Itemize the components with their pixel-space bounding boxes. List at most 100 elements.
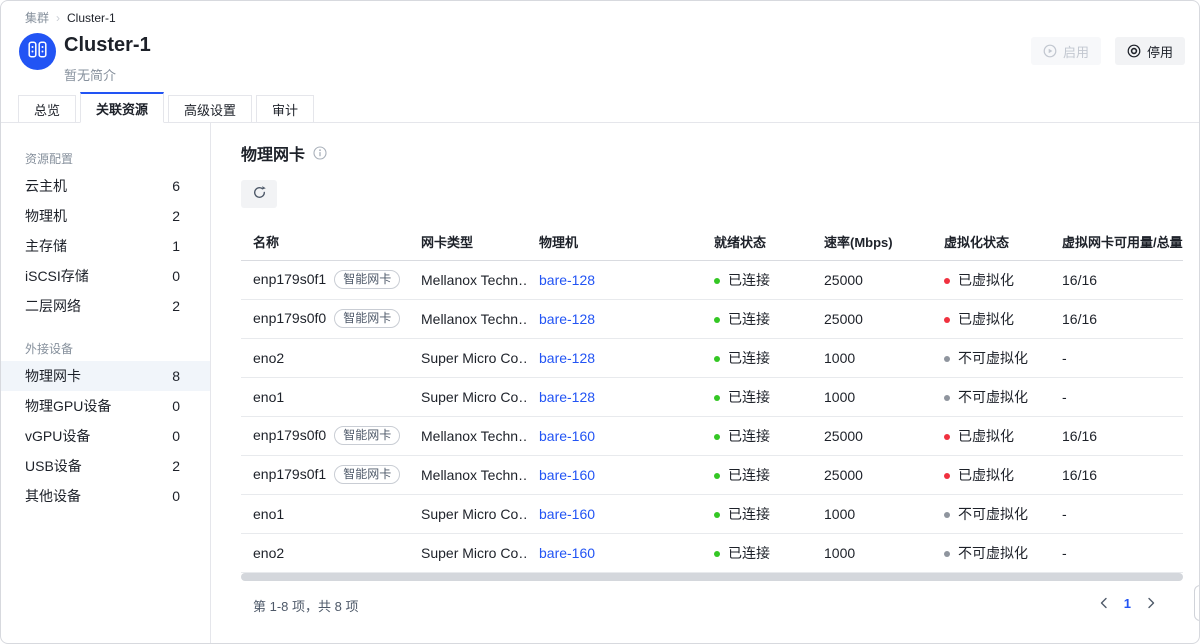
breadcrumb-clusters-link[interactable]: 集群: [25, 9, 49, 26]
status-dot: [944, 473, 950, 479]
ready-status-cell: 已连接: [702, 494, 812, 533]
ready-status-label: 已连接: [728, 311, 770, 327]
sidebar-item-count: 0: [172, 268, 180, 284]
nic-name: enp179s0f0: [253, 427, 326, 443]
sidebar-item[interactable]: iSCSI存储 0: [1, 261, 210, 291]
sidebar-item-label: 物理机: [25, 206, 67, 226]
host-cell: bare-160: [527, 494, 702, 533]
sidebar-item[interactable]: 物理网卡8: [1, 361, 210, 391]
section-title: 物理网卡: [241, 141, 305, 165]
nic-type-cell: Mellanox Techn…: [409, 299, 527, 338]
nic-name-cell: enp179s0f0 智能网卡: [241, 299, 409, 338]
quota-cell: 16/16: [1050, 260, 1183, 299]
play-circle-icon: [1043, 44, 1057, 58]
nic-name: enp179s0f1: [253, 466, 326, 482]
column-header: 速率(Mbps): [812, 224, 932, 260]
status-dot: [714, 317, 720, 323]
ready-status-label: 已连接: [728, 272, 770, 288]
sidebar-item[interactable]: 二层网络2: [1, 291, 210, 321]
quota-cell: -: [1050, 338, 1183, 377]
host-link[interactable]: bare-160: [539, 506, 595, 522]
host-link[interactable]: bare-128: [539, 350, 595, 366]
refresh-button[interactable]: [241, 180, 277, 208]
sidebar-item[interactable]: 其他设备 0: [1, 481, 210, 511]
smart-nic-badge: 智能网卡: [334, 270, 400, 289]
ready-status-label: 已连接: [728, 467, 770, 483]
quota-cell: -: [1050, 494, 1183, 533]
table-row: enp179s0f1 智能网卡 Mellanox Techn… bare-160 已连接…: [241, 455, 1183, 494]
ready-status-cell: 已连接: [702, 260, 812, 299]
stop-circle-icon: [1127, 44, 1141, 58]
sidebar-item[interactable]: 云主机6: [1, 171, 210, 201]
sidebar-item[interactable]: 物理GPU设备0: [1, 391, 210, 421]
quota-cell: -: [1050, 377, 1183, 416]
enable-button[interactable]: 启用: [1031, 37, 1101, 65]
tab-0[interactable]: 总览: [18, 95, 76, 123]
virt-status-cell: 已虚拟化: [932, 260, 1050, 299]
prev-page-icon[interactable]: [1098, 597, 1110, 609]
ready-status-cell: 已连接: [702, 377, 812, 416]
column-header: 就绪状态: [702, 224, 812, 260]
speed-cell: 25000: [812, 260, 932, 299]
nic-name: enp179s0f0: [253, 310, 326, 326]
status-dot: [944, 356, 950, 362]
sidebar-item-label: 物理网卡: [25, 366, 81, 386]
page-title: Cluster-1: [64, 33, 1031, 58]
sidebar-item-label: USB设备: [25, 456, 82, 476]
virt-status-label: 不可虚拟化: [958, 506, 1028, 522]
tab-3[interactable]: 审计: [256, 95, 314, 123]
disable-button[interactable]: 停用: [1115, 37, 1185, 65]
table-row: enp179s0f0 智能网卡 Mellanox Techn… bare-128 已连接…: [241, 299, 1183, 338]
host-link[interactable]: bare-160: [539, 545, 595, 561]
nic-name: eno2: [253, 350, 284, 366]
sidebar-item-count: 0: [172, 488, 180, 504]
sidebar-item-label: 云主机: [25, 176, 67, 196]
sidebar-item[interactable]: vGPU设备0: [1, 421, 210, 451]
tab-bar: 总览关联资源高级设置审计: [1, 84, 1199, 123]
horizontal-scrollbar[interactable]: [241, 573, 1183, 581]
sidebar-item-label: 其他设备: [25, 486, 81, 506]
nic-type-cell: Super Micro Co…: [409, 377, 527, 416]
sidebar-item[interactable]: USB设备2: [1, 451, 210, 481]
host-link[interactable]: bare-160: [539, 428, 595, 444]
pagination-summary: 第 1-8 项，共 8 项: [253, 596, 358, 615]
info-icon[interactable]: [313, 146, 327, 160]
nic-type-cell: Super Micro Co…: [409, 533, 527, 572]
tab-1[interactable]: 关联资源: [80, 92, 164, 123]
host-link[interactable]: bare-128: [539, 272, 595, 288]
nic-type-cell: Mellanox Techn…: [409, 455, 527, 494]
smart-nic-badge: 智能网卡: [334, 309, 400, 328]
ready-status-label: 已连接: [728, 389, 770, 405]
host-cell: bare-128: [527, 260, 702, 299]
page-header: Cluster-1 暂无简介 启用 停用: [1, 26, 1199, 84]
pagination: 1: [1098, 596, 1157, 611]
current-page[interactable]: 1: [1124, 596, 1131, 611]
ready-status-cell: 已连接: [702, 338, 812, 377]
sidebar-item-count: 2: [172, 298, 180, 314]
ready-status-cell: 已连接: [702, 416, 812, 455]
next-page-icon[interactable]: [1145, 597, 1157, 609]
virt-status-label: 不可虚拟化: [958, 350, 1028, 366]
partial-control[interactable]: [1194, 585, 1200, 621]
main-panel: 物理网卡 名称网卡类型物理机就绪状态速率(Mbps)虚拟化状态虚拟网卡可用量/总…: [211, 123, 1199, 643]
sidebar-item[interactable]: 物理机2: [1, 201, 210, 231]
breadcrumb: 集群 › Cluster-1: [1, 1, 1199, 26]
content: 资源配置云主机6物理机2主存储1iSCSI存储0二层网络2外接设备物理网卡8物理…: [1, 123, 1199, 643]
tab-2[interactable]: 高级设置: [168, 95, 252, 123]
virt-status-label: 已虚拟化: [958, 428, 1014, 444]
host-link[interactable]: bare-160: [539, 467, 595, 483]
nic-name-cell: eno1: [241, 377, 409, 416]
ready-status-label: 已连接: [728, 545, 770, 561]
speed-cell: 25000: [812, 299, 932, 338]
quota-cell: 16/16: [1050, 416, 1183, 455]
virt-status-label: 不可虚拟化: [958, 389, 1028, 405]
sidebar-item-label: iSCSI存储: [25, 266, 89, 286]
breadcrumb-current: Cluster-1: [67, 11, 116, 25]
status-dot: [944, 317, 950, 323]
sidebar-item[interactable]: 主存储1: [1, 231, 210, 261]
nic-name-cell: eno2: [241, 533, 409, 572]
smart-nic-badge: 智能网卡: [334, 465, 400, 484]
host-link[interactable]: bare-128: [539, 311, 595, 327]
sidebar-item-count: 1: [172, 238, 180, 254]
host-link[interactable]: bare-128: [539, 389, 595, 405]
